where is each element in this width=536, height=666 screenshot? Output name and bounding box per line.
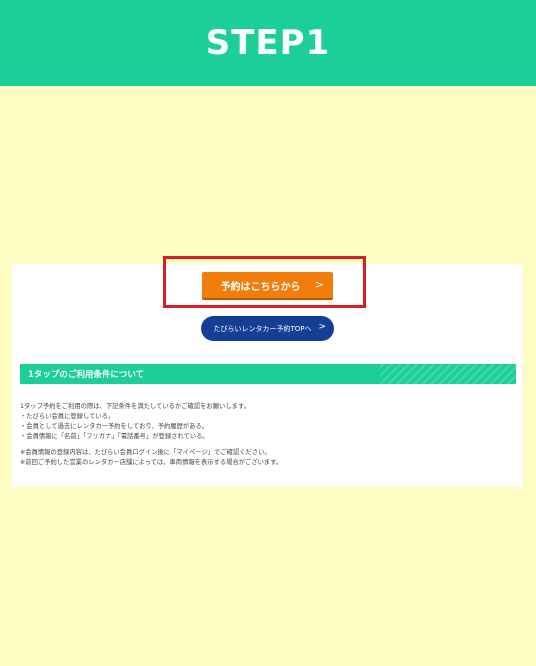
header-bar: STEP1 (0, 0, 536, 86)
conditions-section-title: 1タップのご利用条件について (28, 370, 145, 380)
reserve-button[interactable]: 予約はこちらから > (202, 272, 333, 298)
note-item: ※前回ご予約した営業のレンタカー店舗によっては、車両情報を表示する場合がございま… (20, 459, 283, 466)
condition-item: ・会員として過去にレンタカー予約をしており、予約履歴がある。 (20, 423, 209, 430)
page-title: STEP1 (205, 23, 331, 63)
note-item: ※会員情報の登録内容は、たびらい会員ログイン後に「マイページ」でご確認ください。 (20, 449, 271, 456)
chevron-right-icon: > (318, 322, 326, 332)
conditions-intro: 1タップ予約をご利用の際は、下記条件を満たしているかご確認をお願いします。 (20, 403, 250, 410)
conditions-text: 1タップ予約をご利用の際は、下記条件を満たしているかご確認をお願いします。 ・た… (20, 402, 510, 468)
reservation-top-button[interactable]: たびらいレンタカー予約TOPへ > (201, 316, 334, 341)
chevron-right-icon: > (314, 278, 324, 291)
conditions-section-header: 1タップのご利用条件について (20, 364, 516, 384)
reservation-top-button-label: たびらいレンタカー予約TOPへ (213, 324, 312, 333)
condition-item: ・会員情報に「名前」「フリガナ」「電話番号」が登録されている。 (20, 433, 209, 440)
reserve-button-label: 予約はこちらから (220, 281, 301, 293)
condition-item: ・たびらい会員に登録している。 (20, 413, 115, 420)
